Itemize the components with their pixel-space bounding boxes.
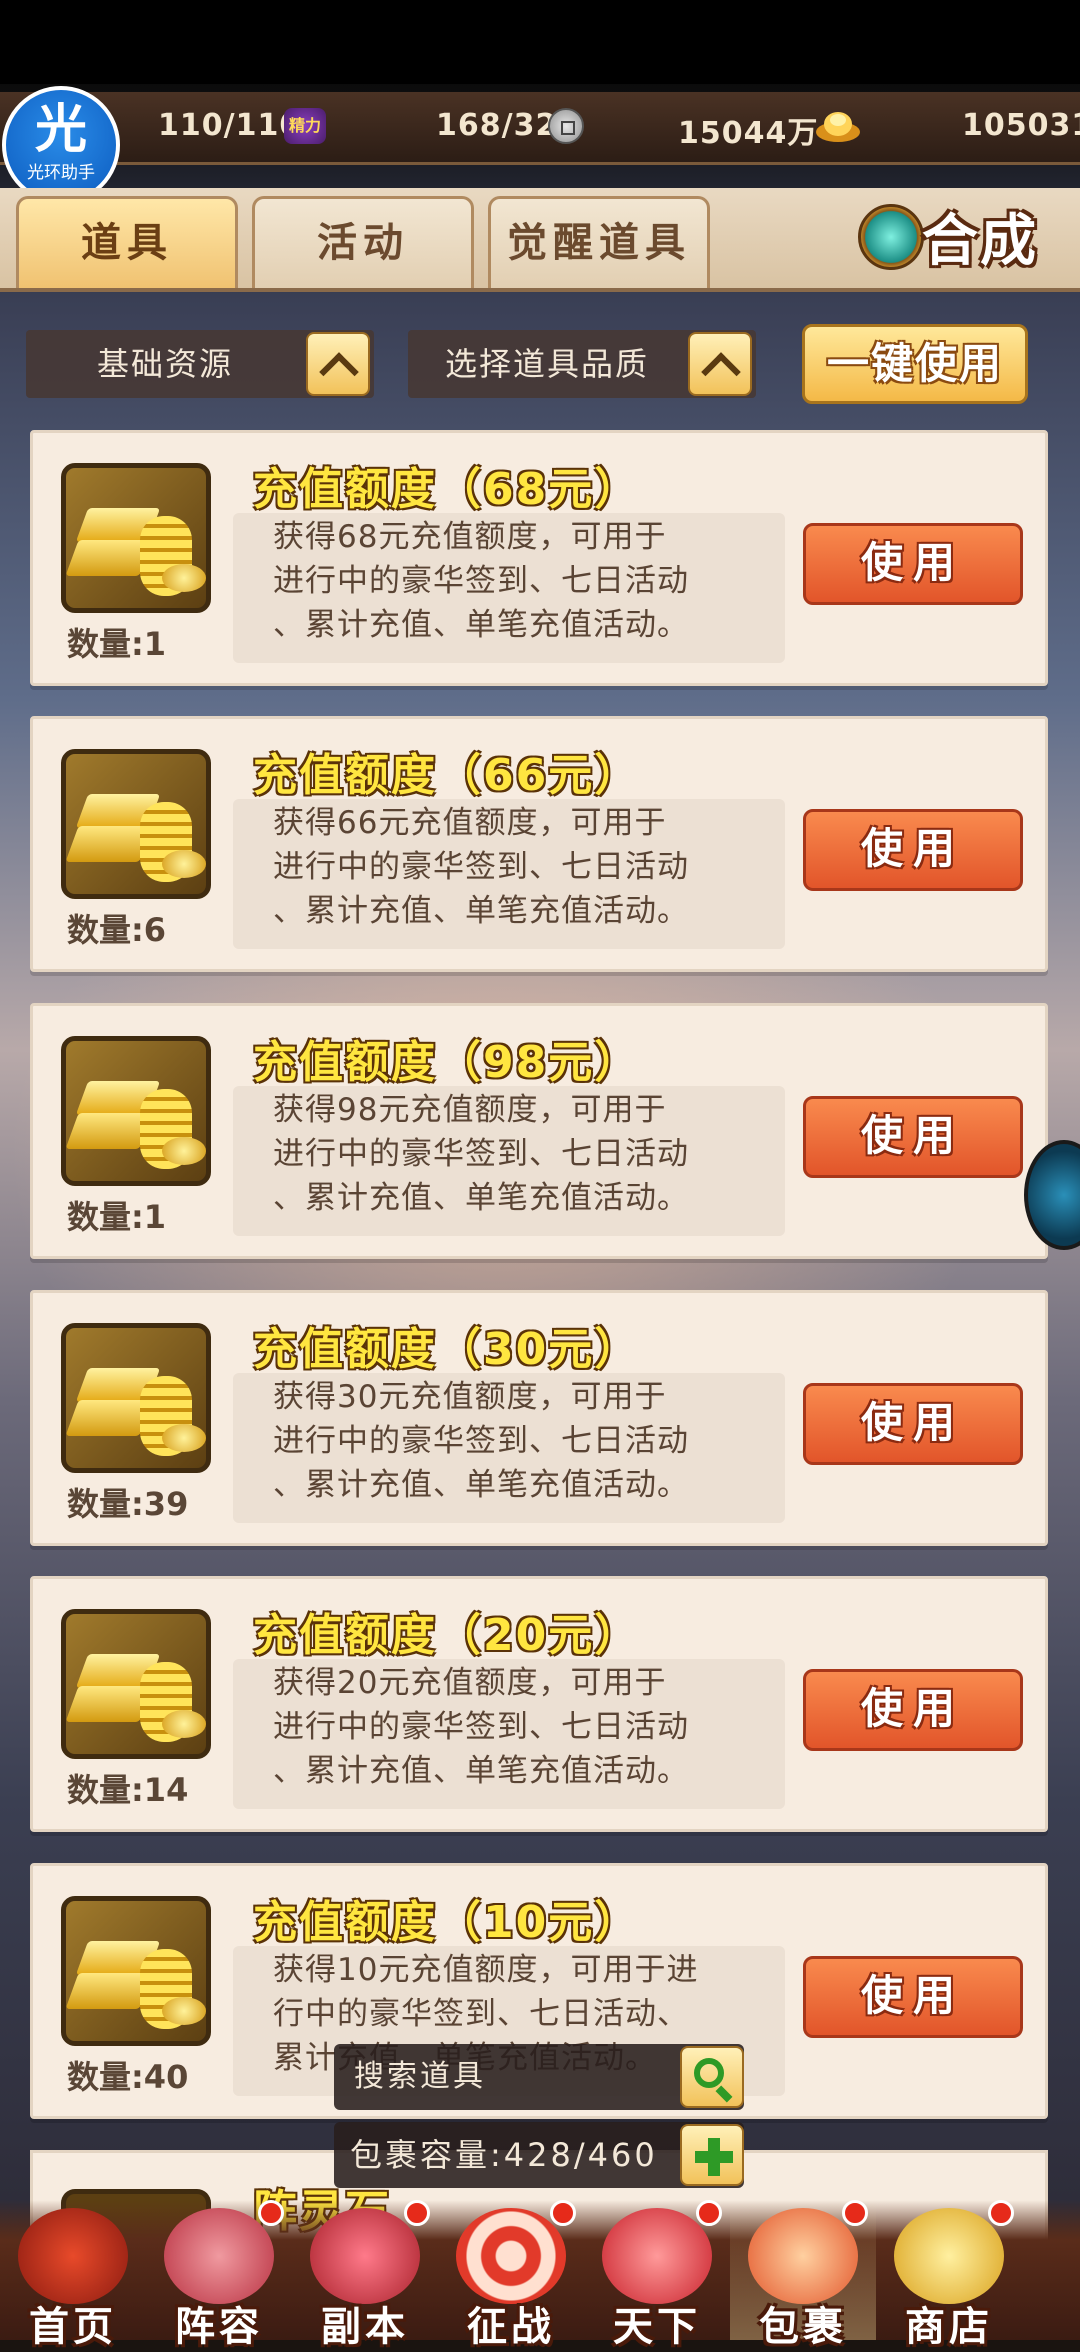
item-card: 数量:6 充值额度（66元） 获得66元充值额度，可用于 进行中的豪华签到、七日… [30,716,1048,972]
notification-dot [404,2200,430,2226]
gold-bars-icon[interactable] [61,1323,211,1473]
status-bar [0,0,1080,84]
synthesize-button[interactable]: 合成 [858,186,1064,286]
item-title: 充值额度（20元） [253,1610,641,1661]
sword-icon [310,2208,420,2304]
item-title: 充值额度（30元） [253,1324,641,1375]
nav-label: 首页 [29,2304,117,2350]
search-label: 搜索道具 [354,2059,486,2094]
item-quantity: 数量:40 [67,2058,189,2096]
item-title: 充值额度（10元） [253,1897,641,1948]
category-dropdown-label: 基础资源 [96,345,233,383]
use-button[interactable]: 使用 [803,1669,1023,1751]
one-click-use-button[interactable]: 一键使用 [802,324,1028,404]
gold-bars-icon[interactable] [61,1036,211,1186]
item-card: 数量:39 充值额度（30元） 获得30元充值额度，可用于 进行中的豪华签到、七… [30,1290,1048,1546]
notification-dot [842,2200,868,2226]
tab-items[interactable]: 道具 [16,196,238,288]
quality-dropdown-label: 选择道具品质 [444,345,649,383]
search-button[interactable] [680,2046,744,2108]
item-description: 获得98元充值额度，可用于 进行中的豪华签到、七日活动 、累计充值、单笔充值活动… [233,1086,785,1236]
use-button[interactable]: 使用 [803,1383,1023,1465]
item-card: 数量:1 充值额度（98元） 获得98元充值额度，可用于 进行中的豪华签到、七日… [30,1003,1048,1259]
item-description: 获得30元充值额度，可用于 进行中的豪华签到、七日活动 、累计充值、单笔充值活动… [233,1373,785,1523]
coins-icon [894,2208,1004,2304]
chevron-up-icon[interactable] [688,332,752,396]
nav-label: 征战 [467,2304,555,2350]
item-card: 数量:14 充值额度（20元） 获得20元充值额度，可用于 进行中的豪华签到、七… [30,1576,1048,1832]
nav-shop[interactable]: 商店 [876,2200,1022,2350]
nav-home[interactable]: 首页 [0,2200,146,2350]
stamina-value: 110/110 [158,108,302,143]
nav-campaign[interactable]: 征战 [438,2200,584,2350]
item-card: 数量:1 充值额度（68元） 获得68元充值额度，可用于 进行中的豪华签到、七日… [30,430,1048,686]
item-quantity: 数量:1 [67,1198,167,1236]
notification-dot [550,2200,576,2226]
bag-capacity-label: 包裹容量:428/460 [350,2136,658,2174]
bag-capacity-box: 包裹容量:428/460 [334,2122,744,2188]
item-description: 获得68元充值额度，可用于 进行中的豪华签到、七日活动 、累计充值、单笔充值活动… [233,513,785,663]
nav-label: 副本 [321,2304,409,2350]
synthesize-label: 合成 [922,209,1038,274]
item-title: 充值额度（68元） [253,464,641,515]
synthesize-gem-icon [858,204,924,270]
bag-icon [748,2208,858,2304]
nav-label: 阵容 [175,2304,263,2350]
nav-label: 包裹 [759,2304,847,2350]
nav-dungeon[interactable]: 副本 [292,2200,438,2350]
gold-ingot-icon [816,112,860,142]
item-description: 获得20元充值额度，可用于 进行中的豪华签到、七日活动 、累计充值、单笔充值活动… [233,1659,785,1809]
search-items-box[interactable]: 搜索道具 [334,2044,744,2110]
silver-value: 15044万 [678,116,819,151]
target-icon [456,2208,566,2304]
nav-world[interactable]: 天下 [584,2200,730,2350]
logo-glyph: 光 [34,100,87,160]
gold-bars-icon[interactable] [61,463,211,613]
stamina-icon: 精力 [284,108,326,144]
item-title: 充值额度（66元） [253,750,641,801]
gold-bars-icon[interactable] [61,1609,211,1759]
coins-ratio-value: 168/32 [436,108,558,143]
nav-label: 商店 [905,2304,993,2350]
use-button[interactable]: 使用 [803,1956,1023,2038]
item-quantity: 数量:39 [67,1485,189,1523]
notification-dot [258,2200,284,2226]
pagoda-icon [18,2208,128,2304]
nav-bag[interactable]: 包裹 [730,2200,876,2350]
use-button[interactable]: 使用 [803,809,1023,891]
nav-lineup[interactable]: 阵容 [146,2200,292,2350]
item-description: 获得66元充值额度，可用于 进行中的豪华签到、七日活动 、累计充值、单笔充值活动… [233,799,785,949]
tab-activities[interactable]: 活动 [252,196,474,288]
banner-icon [602,2208,712,2304]
guanghuan-assistant-logo[interactable]: 光 光环助手 [2,86,120,204]
use-button[interactable]: 使用 [803,1096,1023,1178]
search-icon [694,2058,724,2088]
category-dropdown[interactable]: 基础资源 [26,330,374,398]
notification-dot [696,2200,722,2226]
gold-bars-icon[interactable] [61,1896,211,2046]
quality-dropdown[interactable]: 选择道具品质 [408,330,756,398]
copper-coin-icon [548,108,584,144]
item-title: 充值额度（98元） [253,1037,641,1088]
expand-capacity-plus-icon[interactable] [680,2124,744,2186]
gold-value: 105031 [962,108,1080,143]
item-quantity: 数量:1 [67,625,167,663]
item-quantity: 数量:6 [67,911,167,949]
logo-label: 光环助手 [27,163,95,183]
item-quantity: 数量:14 [67,1771,189,1809]
lineup-icon [164,2208,274,2304]
tab-awakening-items[interactable]: 觉醒道具 [488,196,710,288]
notification-dot [988,2200,1014,2226]
chevron-up-icon[interactable] [306,332,370,396]
nav-label: 天下 [613,2304,701,2350]
gold-bars-icon[interactable] [61,749,211,899]
use-button[interactable]: 使用 [803,523,1023,605]
